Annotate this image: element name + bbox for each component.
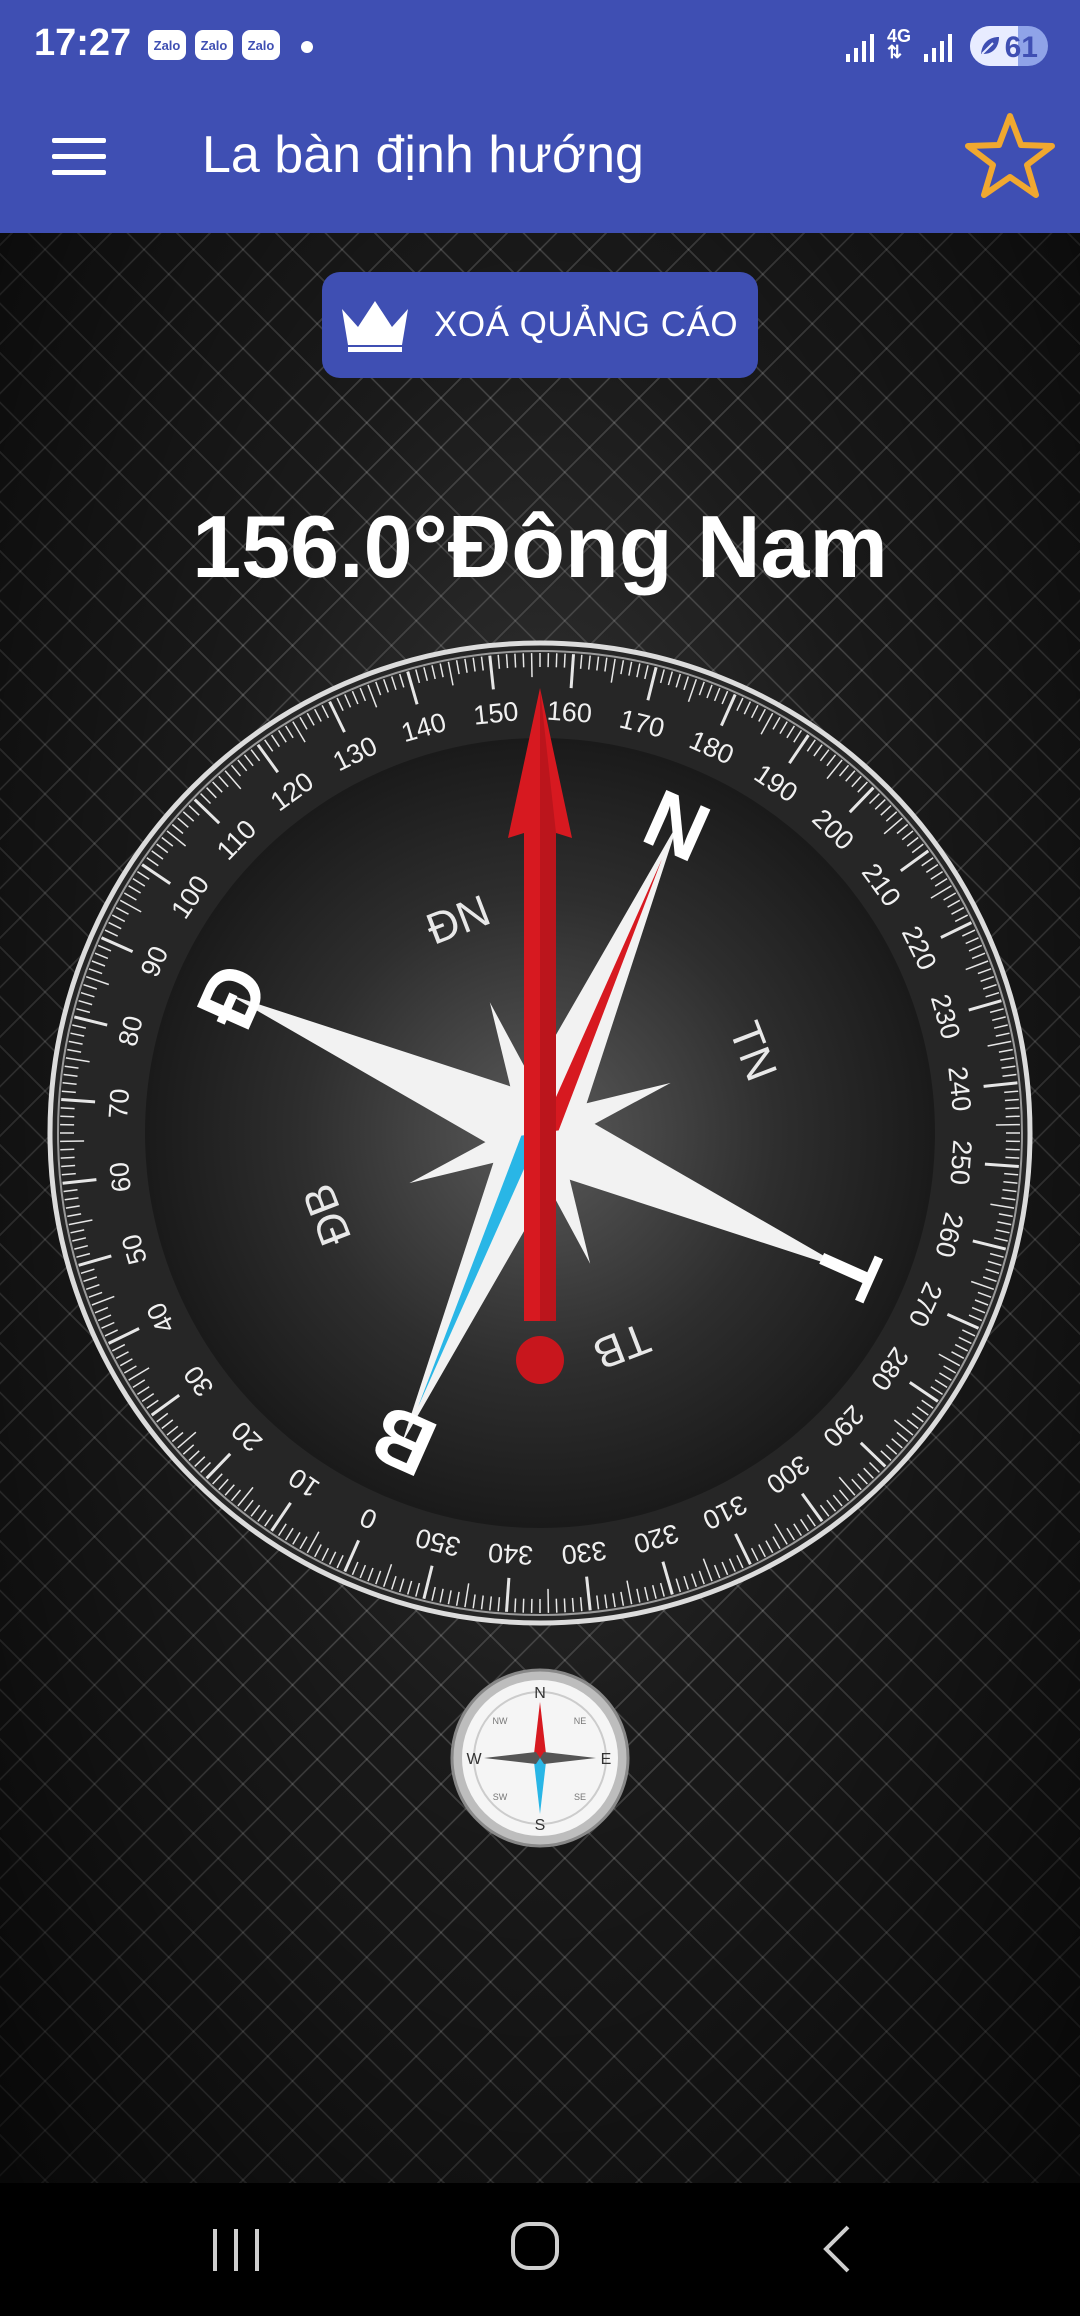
mini-compass-inter-label: NE (574, 1716, 587, 1726)
degree-tick (60, 1115, 75, 1118)
app-bar: La bàn định hướng (0, 95, 1080, 233)
compass-screen: XOÁ QUẢNG CÁO 156.0°Đông Nam 0 10 20 30 40 50… (0, 233, 1080, 2183)
degree-label: 160 (546, 696, 593, 729)
degree-label: 340 (487, 1537, 534, 1570)
network-type-label: 4G ⇅ (887, 26, 912, 62)
degree-label: 250 (944, 1139, 977, 1186)
degree-tick (505, 654, 509, 669)
degree-tick (563, 1598, 566, 1613)
zalo-notification-icon: Zalo (148, 30, 186, 60)
mini-compass-calibration-icon[interactable]: N E S W NE SE SW NW (448, 1666, 632, 1850)
degree-tick (522, 653, 525, 668)
mini-compass-inter-label: SW (493, 1792, 508, 1802)
degree-label: 150 (472, 696, 520, 731)
degree-tick (60, 1148, 75, 1151)
mini-compass-label: S (535, 1817, 546, 1834)
degree-tick (555, 1598, 558, 1613)
degree-tick (1004, 1098, 1019, 1102)
mini-compass-inter-label: NW (493, 1716, 508, 1726)
degree-tick (1005, 1107, 1020, 1110)
signal-icon (846, 34, 874, 62)
degree-label: 70 (103, 1088, 135, 1120)
mini-compass-label: N (534, 1685, 546, 1702)
app-title: La bàn định hướng (202, 126, 644, 184)
degree-tick (1005, 1115, 1020, 1118)
battery-indicator: 61 (970, 26, 1048, 66)
zalo-notification-icon: Zalo (195, 30, 233, 60)
degree-label: 60 (104, 1161, 137, 1194)
more-notifications-dot (301, 41, 313, 53)
degree-tick (563, 653, 566, 668)
mini-compass-label: E (601, 1751, 612, 1768)
degree-tick (522, 1598, 525, 1613)
signal-icon (924, 34, 952, 62)
degree-tick (1005, 1148, 1020, 1151)
degree-tick (555, 653, 558, 668)
degree-tick (514, 1598, 517, 1613)
zalo-notification-icon: Zalo (242, 30, 280, 60)
degree-tick (61, 1164, 76, 1168)
data-arrows-icon: ⇅ (887, 42, 903, 62)
mini-compass-inter-label: SE (574, 1792, 586, 1802)
degree-tick (60, 1107, 75, 1110)
degree-tick (60, 1156, 75, 1159)
recent-apps-icon[interactable] (207, 2225, 267, 2275)
degree-tick (1005, 1156, 1020, 1159)
degree-label: 240 (942, 1065, 977, 1113)
hamburger-menu-icon[interactable] (52, 138, 106, 178)
star-outline-icon[interactable] (965, 111, 1055, 201)
back-icon[interactable] (818, 2223, 858, 2275)
home-icon[interactable] (508, 2219, 564, 2275)
degree-label: 330 (560, 1535, 608, 1570)
status-time: 17:27 (34, 22, 132, 64)
navigation-bar (0, 2183, 1080, 2316)
degree-tick (571, 1597, 575, 1612)
degree-tick (514, 653, 517, 668)
status-bar: 17:27 Zalo Zalo Zalo 4G ⇅ 61 (0, 0, 1080, 95)
battery-percent: 61 (1004, 31, 1038, 64)
compass-dial[interactable]: 0102030405060708090100110120130140 150 160… (0, 233, 1080, 2183)
mini-compass-label: W (466, 1751, 482, 1768)
power-saving-leaf-icon (981, 37, 999, 55)
needle-pivot (516, 1336, 564, 1384)
